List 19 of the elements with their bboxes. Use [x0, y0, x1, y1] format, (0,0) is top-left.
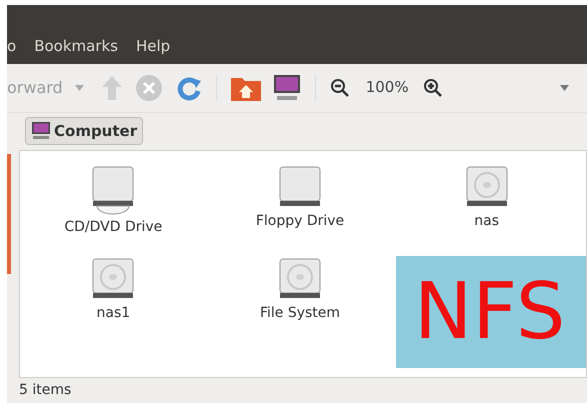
nfs-label: NFS	[396, 256, 586, 368]
item-label[interactable]: File System	[260, 302, 340, 324]
zoom-out-icon[interactable]	[330, 78, 350, 98]
menu-item[interactable]: o	[7, 35, 16, 58]
zoom-in-icon[interactable]	[422, 78, 443, 98]
item-label[interactable]: Floppy Drive	[256, 210, 344, 232]
dropdown-caret-icon[interactable]	[560, 84, 569, 91]
dropdown-caret-icon[interactable]	[74, 84, 84, 91]
item-label[interactable]: nas1	[96, 302, 130, 324]
menu-item[interactable]: Help	[136, 35, 170, 58]
zoom-level: 100%	[366, 77, 409, 98]
item-label[interactable]: CD/DVD Drive	[64, 216, 162, 238]
computer-icon[interactable]	[272, 74, 301, 101]
computer-icon	[31, 122, 51, 140]
menu-item[interactable]: Bookmarks	[34, 35, 118, 58]
reload-icon[interactable]	[176, 74, 202, 101]
path-button[interactable]: Computer	[25, 117, 144, 146]
item-label[interactable]: nas	[474, 210, 500, 232]
status-bar-text: 5 items	[19, 380, 72, 400]
